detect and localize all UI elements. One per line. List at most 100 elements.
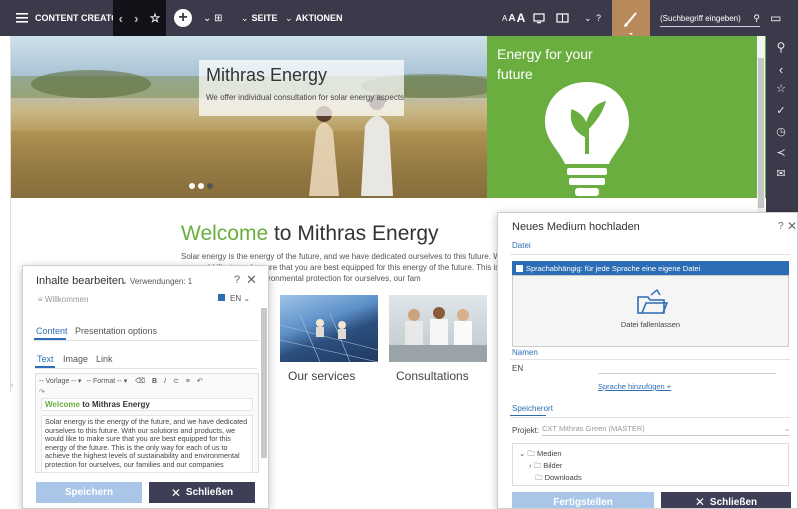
close-icon[interactable]: ✕ bbox=[246, 272, 257, 288]
tree-item-label: Medien bbox=[536, 449, 562, 458]
vorlage-select[interactable]: -- Vorlage -- bbox=[39, 378, 76, 385]
close-icon[interactable]: ✕ bbox=[787, 219, 797, 233]
usages-dropdown[interactable]: ⌄ Verwendungen: 1 bbox=[121, 277, 192, 286]
share-icon[interactable]: ≺ bbox=[764, 146, 798, 159]
hero-subtitle: We offer individual consultation for sol… bbox=[206, 93, 405, 102]
tab-content[interactable]: Content bbox=[36, 326, 68, 336]
chevron-down-icon: ⌄ bbox=[783, 424, 790, 433]
italic-button[interactable]: I bbox=[164, 378, 166, 385]
format-select[interactable]: -- Format -- bbox=[86, 378, 121, 385]
redo-icon[interactable]: ↷ bbox=[39, 388, 45, 396]
project-select[interactable]: CXT Mithras Green (MASTER) ⌄ bbox=[542, 424, 790, 436]
subtab-link[interactable]: Link bbox=[96, 354, 113, 364]
view-options-dropdown[interactable]: ⌄ bbox=[584, 0, 592, 36]
search-input[interactable]: (Suchbegriff eingeben) ⚲ bbox=[660, 11, 760, 27]
seite-menu[interactable]: ⌄ SEITE bbox=[241, 0, 278, 36]
carousel-indicators[interactable] bbox=[189, 183, 213, 189]
dialog-scrollbar[interactable] bbox=[261, 308, 267, 458]
font-size-medium[interactable]: A bbox=[508, 13, 515, 24]
divider bbox=[35, 368, 257, 369]
list-icon[interactable]: ≡ bbox=[186, 378, 190, 385]
file-drop-zone[interactable]: Datei fallenlassen bbox=[512, 275, 789, 347]
save-button[interactable]: Speichern bbox=[36, 482, 142, 503]
carousel-dot[interactable] bbox=[198, 183, 204, 189]
add-language-link[interactable]: Sprache hinzufügen + bbox=[598, 382, 671, 391]
search-icon[interactable]: ⚲ bbox=[764, 40, 798, 54]
close-button-label: Schließen bbox=[709, 496, 758, 508]
services-image[interactable] bbox=[280, 295, 378, 362]
pencil-icon bbox=[624, 12, 637, 35]
consultations-image[interactable] bbox=[389, 295, 487, 362]
finish-button[interactable]: Fertigstellen bbox=[512, 492, 654, 508]
welcome-body-line: Solar energy is the energy of the future… bbox=[181, 252, 516, 261]
star-icon[interactable]: ☆ bbox=[764, 82, 798, 95]
language-select[interactable]: EN ⌄ bbox=[230, 294, 250, 303]
close-button[interactable]: ✕ Schließen bbox=[661, 492, 791, 508]
font-size-small[interactable]: A bbox=[502, 14, 507, 23]
divider bbox=[510, 254, 790, 255]
aktionen-label: AKTIONEN bbox=[295, 13, 343, 23]
editor-body-text[interactable]: Solar energy is the energy of the future… bbox=[41, 415, 253, 473]
usages-label: Verwendungen: 1 bbox=[129, 277, 193, 286]
language-dependent-toggle[interactable]: Sprachabhängig: für jede Sprache eine ei… bbox=[512, 261, 789, 275]
close-button[interactable]: ✕ Schließen bbox=[149, 482, 255, 503]
back-arrow-icon[interactable]: ‹ bbox=[119, 11, 123, 26]
editor-heading[interactable]: Welcome to Mithras Energy bbox=[41, 398, 253, 411]
hamburger-menu-icon[interactable] bbox=[16, 0, 28, 36]
record-row: ≡ Willkommen bbox=[38, 295, 89, 304]
star-bookmark-icon[interactable]: ☆ bbox=[150, 11, 161, 25]
link-icon[interactable]: ⊂ bbox=[173, 378, 179, 385]
desktop-preview-icon[interactable] bbox=[533, 0, 545, 36]
carousel-dot-active[interactable] bbox=[207, 183, 213, 189]
split-view-icon[interactable] bbox=[556, 0, 569, 36]
carousel-dot[interactable] bbox=[189, 183, 195, 189]
checkmark-icon[interactable]: ✓ bbox=[764, 104, 798, 117]
subtab-image[interactable]: Image bbox=[63, 354, 88, 364]
consultations-label[interactable]: Consultations bbox=[396, 369, 469, 383]
tab-presentation-options[interactable]: Presentation options bbox=[75, 326, 157, 336]
edit-dialog-title: Inhalte bearbeiten bbox=[36, 275, 125, 287]
subtab-text[interactable]: Text bbox=[37, 354, 54, 364]
section-names: Namen bbox=[512, 348, 538, 357]
font-size-controls[interactable]: A A A bbox=[502, 0, 525, 36]
clear-format-icon[interactable]: ⌫ bbox=[135, 378, 145, 385]
bold-button[interactable]: B bbox=[152, 378, 157, 385]
layout-dropdown[interactable]: ⌄ ⊞ bbox=[203, 0, 223, 36]
folder-icon: 🗀 bbox=[527, 449, 535, 458]
aktionen-menu[interactable]: ⌄ AKTIONEN bbox=[285, 0, 343, 36]
undo-icon[interactable]: ↶ bbox=[197, 378, 203, 385]
divider bbox=[510, 417, 790, 418]
rich-text-editor[interactable]: -- Vorlage -- ▾ -- Format -- ▾ ⌫ B I ⊂ ≡… bbox=[35, 373, 259, 473]
chevron-left-icon[interactable]: ‹ bbox=[764, 62, 798, 77]
clock-icon[interactable]: ◷ bbox=[764, 125, 798, 138]
upload-dialog-title: Neues Medium hochladen bbox=[512, 221, 640, 233]
drop-label: Datei fallenlassen bbox=[620, 320, 681, 329]
scroll-left-icon[interactable]: ‹ bbox=[11, 382, 19, 390]
upload-media-dialog: Neues Medium hochladen ? ✕ Datei Spracha… bbox=[497, 212, 798, 509]
font-size-large[interactable]: A bbox=[517, 11, 526, 25]
forward-arrow-icon[interactable]: › bbox=[134, 11, 138, 26]
chat-icon[interactable]: ▭ bbox=[770, 0, 781, 36]
name-language-label: EN bbox=[512, 364, 524, 373]
name-input[interactable] bbox=[598, 363, 776, 374]
language-checkbox[interactable] bbox=[218, 294, 225, 301]
project-label: Projekt: bbox=[512, 426, 540, 435]
help-button[interactable]: ? bbox=[778, 221, 784, 232]
edit-mode-button[interactable] bbox=[612, 0, 650, 36]
section-location: Speicherort bbox=[512, 404, 553, 413]
seite-label: SEITE bbox=[251, 13, 278, 23]
help-button[interactable]: ? bbox=[596, 0, 601, 36]
folder-tree[interactable]: ⌄ 🗀 Medien › 🗀 Bilder 🗀 Downloads bbox=[512, 443, 789, 486]
tree-item-downloads[interactable]: 🗀 Downloads bbox=[535, 472, 582, 485]
mail-icon[interactable]: ✉ bbox=[764, 167, 798, 180]
scrollbar-thumb[interactable] bbox=[758, 58, 764, 208]
editor-toolbar: -- Vorlage -- ▾ -- Format -- ▾ ⌫ B I ⊂ ≡… bbox=[39, 378, 203, 385]
close-button-label: Schließen bbox=[185, 487, 234, 498]
welcome-heading-accent: Welcome bbox=[181, 222, 269, 245]
hero-banner-image: Mithras Energy We offer individual consu… bbox=[11, 36, 487, 198]
services-label[interactable]: Our services bbox=[288, 369, 355, 383]
help-button[interactable]: ? bbox=[234, 274, 240, 286]
add-content-button[interactable]: + bbox=[174, 0, 192, 36]
search-icon[interactable]: ⚲ bbox=[753, 13, 760, 24]
language-dependent-checkbox[interactable] bbox=[516, 264, 523, 272]
